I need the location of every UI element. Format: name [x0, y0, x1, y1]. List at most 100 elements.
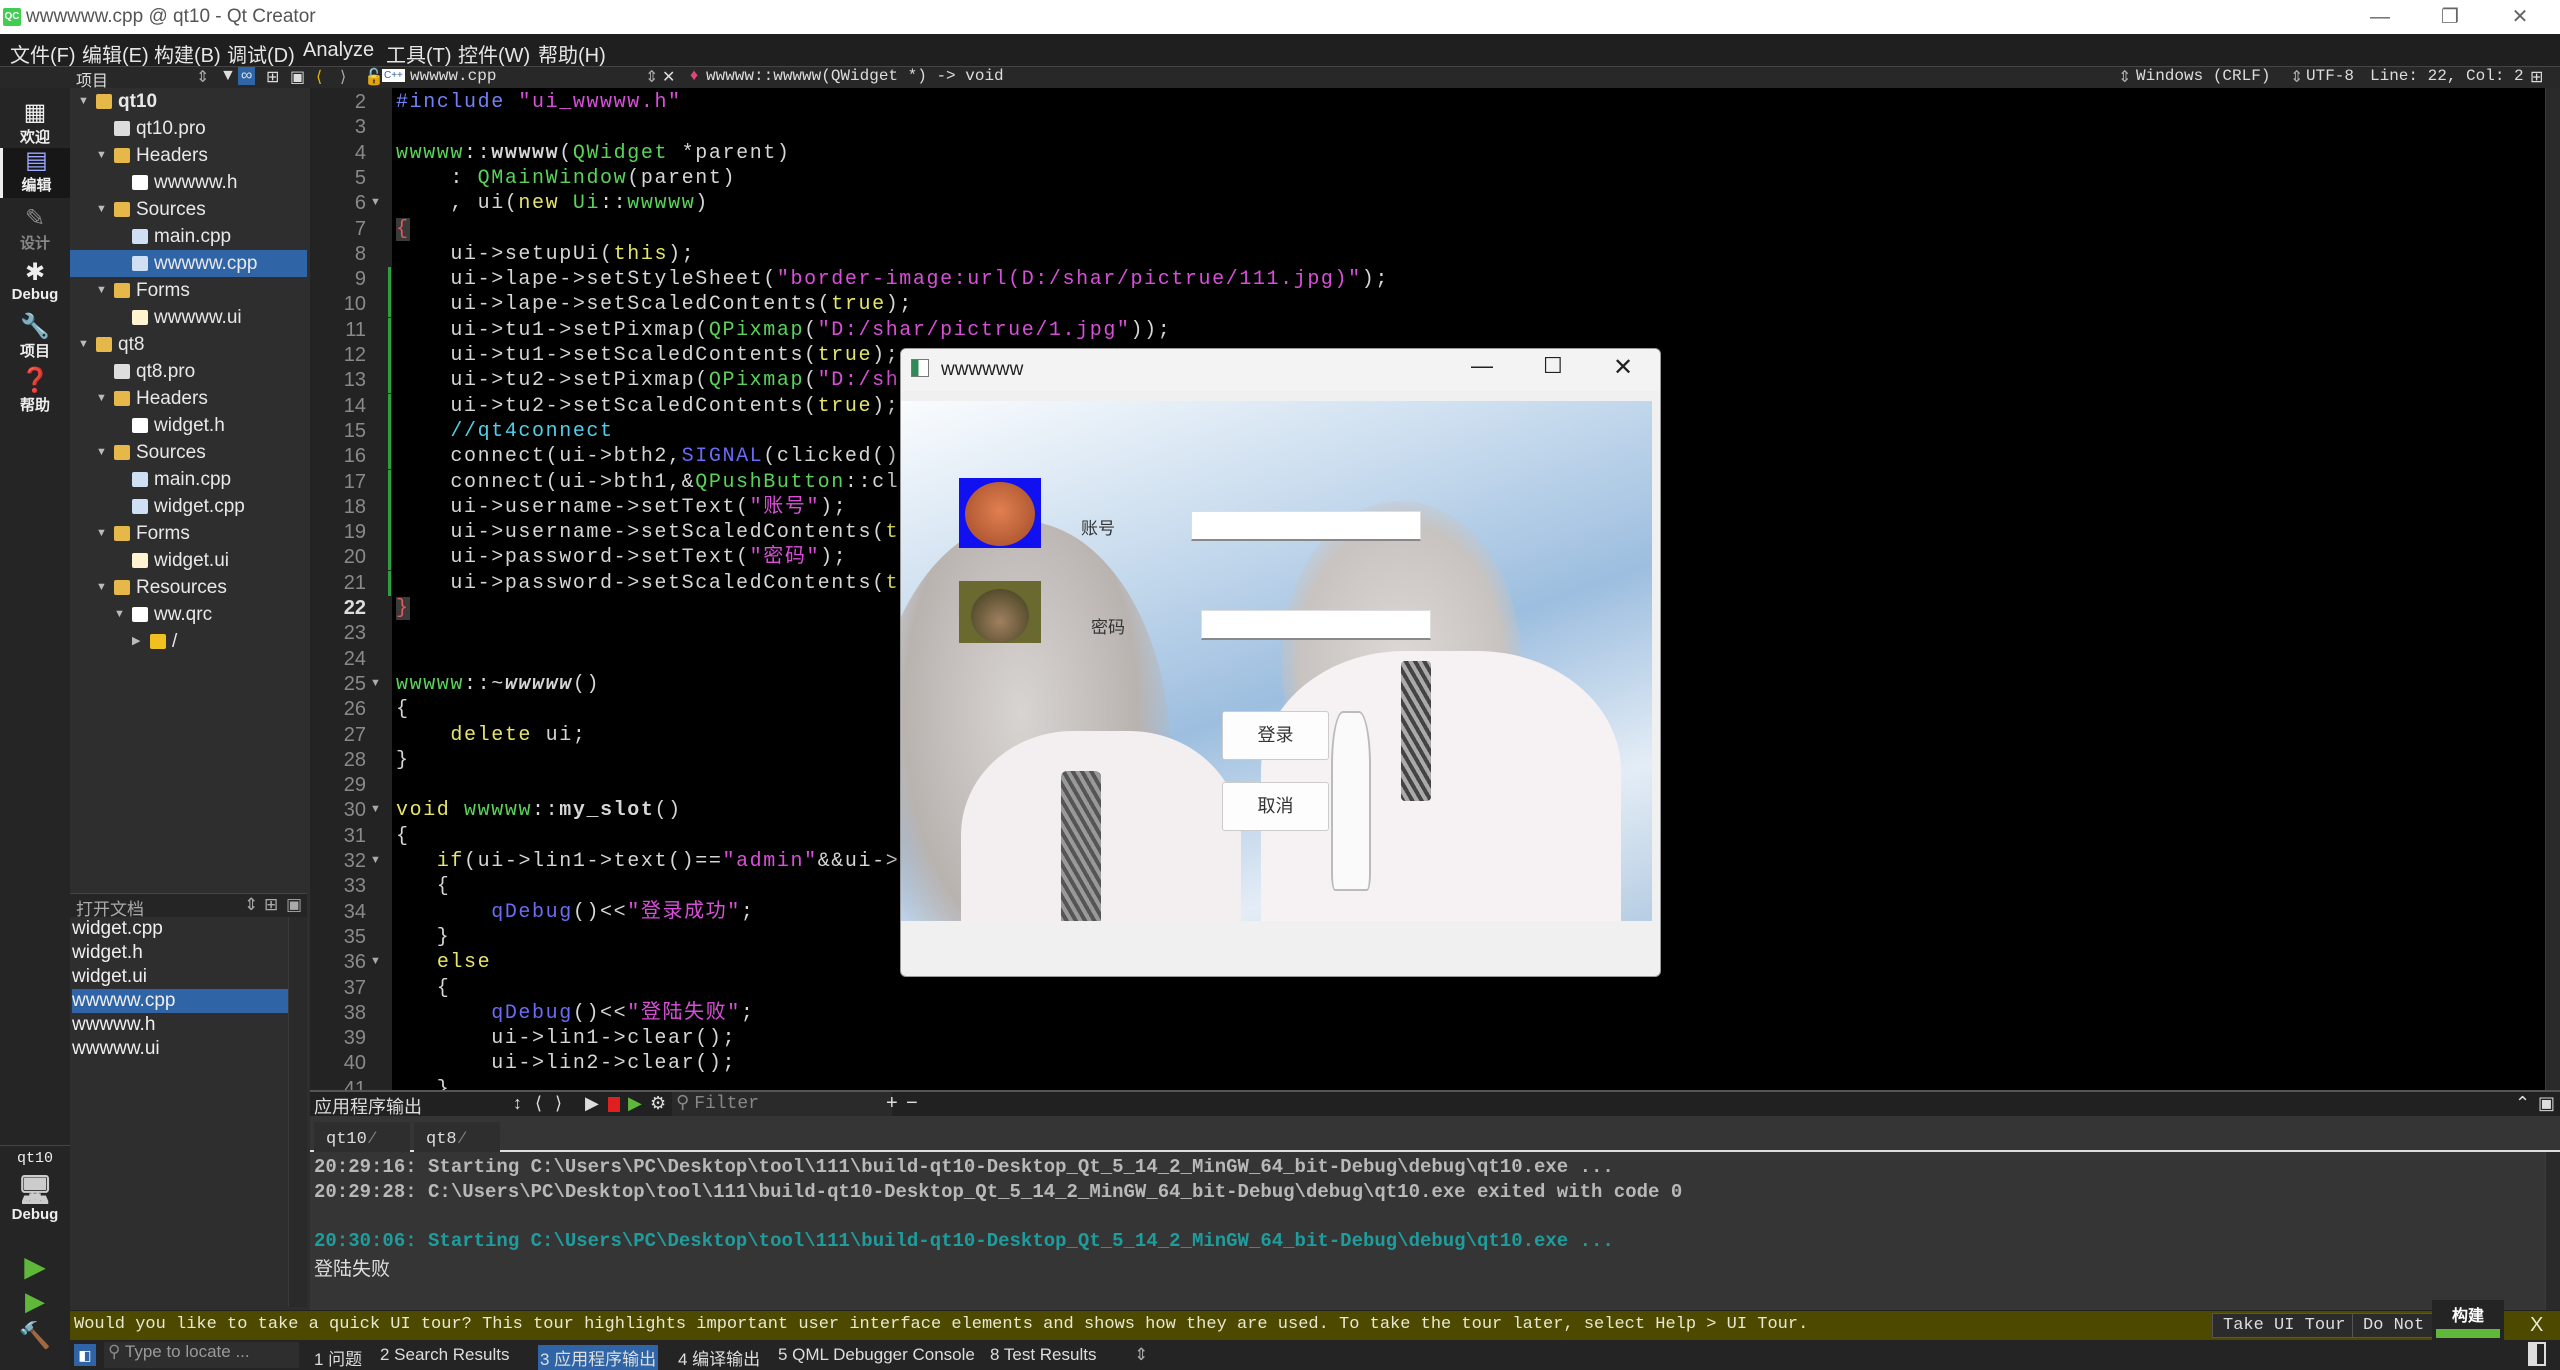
zoom-in-button[interactable]: +	[886, 1092, 898, 1115]
encoding-selector[interactable]: UTF-8	[2306, 67, 2354, 85]
settings-gear-icon[interactable]: ⚙	[650, 1093, 666, 1114]
tree-item[interactable]: widget.h	[70, 412, 307, 439]
open-documents-scrollbar[interactable]	[288, 917, 307, 1307]
open-document-item[interactable]: wwwww.cpp	[72, 989, 288, 1013]
tree-item[interactable]: ▼ Resources	[70, 574, 307, 601]
file-dropdown-icon[interactable]: ⇕	[645, 67, 658, 87]
next-icon[interactable]: ⟩	[555, 1093, 562, 1114]
mode-debug[interactable]: ✱ Debug	[0, 260, 70, 304]
build-progress[interactable]: 构建	[2432, 1300, 2504, 1344]
link-editor-icon[interactable]: ∞	[238, 67, 256, 85]
panel-selector-icon[interactable]: ⇕	[196, 67, 209, 87]
tree-item[interactable]: ▼ qt10	[70, 88, 307, 115]
close-tab-icon[interactable]: ⁄	[372, 1128, 375, 1147]
close-panel-icon[interactable]: ▣	[290, 67, 305, 87]
previous-icon[interactable]: ⟨	[535, 1093, 542, 1114]
split-icon[interactable]: ⊞	[266, 67, 279, 87]
menu-help[interactable]: 帮助(H)	[538, 39, 606, 68]
symbol-selector[interactable]: wwwww::wwwww(QWidget *) -> void	[706, 67, 1004, 85]
run-icon[interactable]: ▶	[0, 1250, 70, 1283]
expand-arrow-icon[interactable]: ▶	[132, 628, 140, 655]
tree-item[interactable]: qt10.pro	[70, 115, 307, 142]
kit-project[interactable]: qt10	[0, 1150, 70, 1167]
tree-item[interactable]: ▼ ww.qrc	[70, 601, 307, 628]
close-button[interactable]: ✕	[2490, 0, 2550, 34]
open-document-item[interactable]: widget.cpp	[72, 917, 288, 941]
monitor-icon[interactable]: 🖥	[0, 1173, 70, 1206]
status-tab-app-output[interactable]: 3 应用程序输出	[538, 1345, 659, 1370]
fold-arrow-icon[interactable]: ▼	[370, 854, 381, 866]
toggle-sidebar-icon[interactable]: ◧	[74, 1344, 96, 1366]
tree-item[interactable]: ▼ Forms	[70, 520, 307, 547]
expand-arrow-icon[interactable]: ▼	[96, 142, 107, 169]
status-tab-compile-output[interactable]: 4 编译输出	[678, 1345, 760, 1370]
dialog-minimize-button[interactable]: —	[1471, 353, 1493, 379]
cancel-button[interactable]: 取消	[1222, 782, 1329, 831]
rerun-icon[interactable]: ▶	[585, 1093, 599, 1114]
encoding-dropdown-icon[interactable]: ⇕	[2290, 67, 2303, 87]
mode-help[interactable]: ❓ 帮助	[0, 368, 70, 415]
debug-run-icon[interactable]: ▶	[0, 1286, 70, 1317]
status-tab-test-results[interactable]: 8 Test Results	[990, 1345, 1096, 1365]
close-file-button[interactable]: ✕	[662, 67, 675, 87]
open-document-item[interactable]: widget.ui	[72, 965, 288, 989]
dialog-maximize-button[interactable]: ☐	[1543, 353, 1563, 379]
tree-item[interactable]: ▼ Sources	[70, 196, 307, 223]
menu-analyze[interactable]: Analyze	[303, 39, 374, 62]
output-tab-qt8[interactable]: qt8 ⁄	[414, 1122, 500, 1152]
line-ending-selector[interactable]: Windows (CRLF)	[2136, 67, 2270, 85]
output-tab-qt10[interactable]: qt10 ⁄	[314, 1122, 410, 1152]
tree-item[interactable]: wwwww.ui	[70, 304, 307, 331]
do-not-show-again-button[interactable]: Do Not Show Again	[2352, 1313, 2436, 1338]
tree-item[interactable]: main.cpp	[70, 223, 307, 250]
fold-arrow-icon[interactable]: ▼	[370, 955, 381, 967]
attach-icon[interactable]: ↕	[513, 1093, 522, 1114]
menu-debug[interactable]: 调试(D)	[227, 39, 295, 68]
take-ui-tour-button[interactable]: Take UI Tour	[2212, 1313, 2357, 1338]
forward-icon[interactable]: ⟩	[340, 67, 346, 87]
dialog-close-button[interactable]: ✕	[1613, 353, 1633, 382]
minimize-button[interactable]: —	[2350, 0, 2410, 34]
more-tabs-icon[interactable]: ⇕	[1134, 1345, 1148, 1365]
status-tab-issues[interactable]: 1 问题	[314, 1345, 362, 1370]
close-pane-icon[interactable]: ▣	[2538, 1093, 2555, 1114]
username-input[interactable]	[1191, 511, 1421, 541]
zoom-out-button[interactable]: −	[906, 1092, 918, 1115]
tree-item[interactable]: widget.ui	[70, 547, 307, 574]
filter-input[interactable]: ⚲ Filter	[672, 1092, 892, 1116]
expand-arrow-icon[interactable]: ▼	[96, 520, 107, 547]
cursor-position[interactable]: Line: 22, Col: 2	[2370, 67, 2524, 85]
close-infobar-button[interactable]: X	[2530, 1314, 2543, 1337]
split-editor-icon[interactable]: ⊞	[2530, 67, 2543, 87]
panel-selector-icon[interactable]: ⇕	[244, 895, 258, 915]
expand-arrow-icon[interactable]: ▼	[78, 331, 89, 358]
menu-build[interactable]: 构建(B)	[154, 39, 221, 68]
menu-file[interactable]: 文件(F)	[10, 39, 76, 68]
open-document-item[interactable]: widget.h	[72, 941, 288, 965]
expand-arrow-icon[interactable]: ▼	[96, 574, 107, 601]
expand-arrow-icon[interactable]: ▼	[96, 277, 107, 304]
mode-projects[interactable]: 🔧 项目	[0, 314, 70, 361]
expand-arrow-icon[interactable]: ▼	[96, 196, 107, 223]
tree-item[interactable]: ▼ Headers	[70, 142, 307, 169]
tree-item[interactable]: ▼ Headers	[70, 385, 307, 412]
fold-arrow-icon[interactable]: ▼	[370, 196, 381, 208]
current-file-selector[interactable]: wwwww.cpp	[410, 67, 496, 85]
status-tab-qml-console[interactable]: 5 QML Debugger Console	[778, 1345, 975, 1365]
locate-input[interactable]: ⚲ Type to locate ...	[104, 1342, 299, 1368]
kit-config[interactable]: Debug	[0, 1206, 70, 1223]
open-document-item[interactable]: wwwww.h	[72, 1013, 288, 1037]
tree-item[interactable]: wwwww.cpp	[70, 250, 307, 277]
status-tab-search-results[interactable]: 2 Search Results	[380, 1345, 509, 1365]
tree-item[interactable]: ▼ Forms	[70, 277, 307, 304]
stop-icon[interactable]	[608, 1097, 620, 1112]
tree-item[interactable]: ▼ qt8	[70, 331, 307, 358]
menu-edit[interactable]: 编辑(E)	[82, 39, 149, 68]
toggle-right-sidebar-icon[interactable]	[2528, 1342, 2546, 1366]
maximize-button[interactable]: ❐	[2420, 0, 2480, 34]
tree-item[interactable]: widget.cpp	[70, 493, 307, 520]
tree-item[interactable]: qt8.pro	[70, 358, 307, 385]
fold-arrow-icon[interactable]: ▼	[370, 677, 381, 689]
menu-tools[interactable]: 工具(T)	[386, 39, 452, 68]
split-icon[interactable]: ⊞	[264, 895, 278, 915]
